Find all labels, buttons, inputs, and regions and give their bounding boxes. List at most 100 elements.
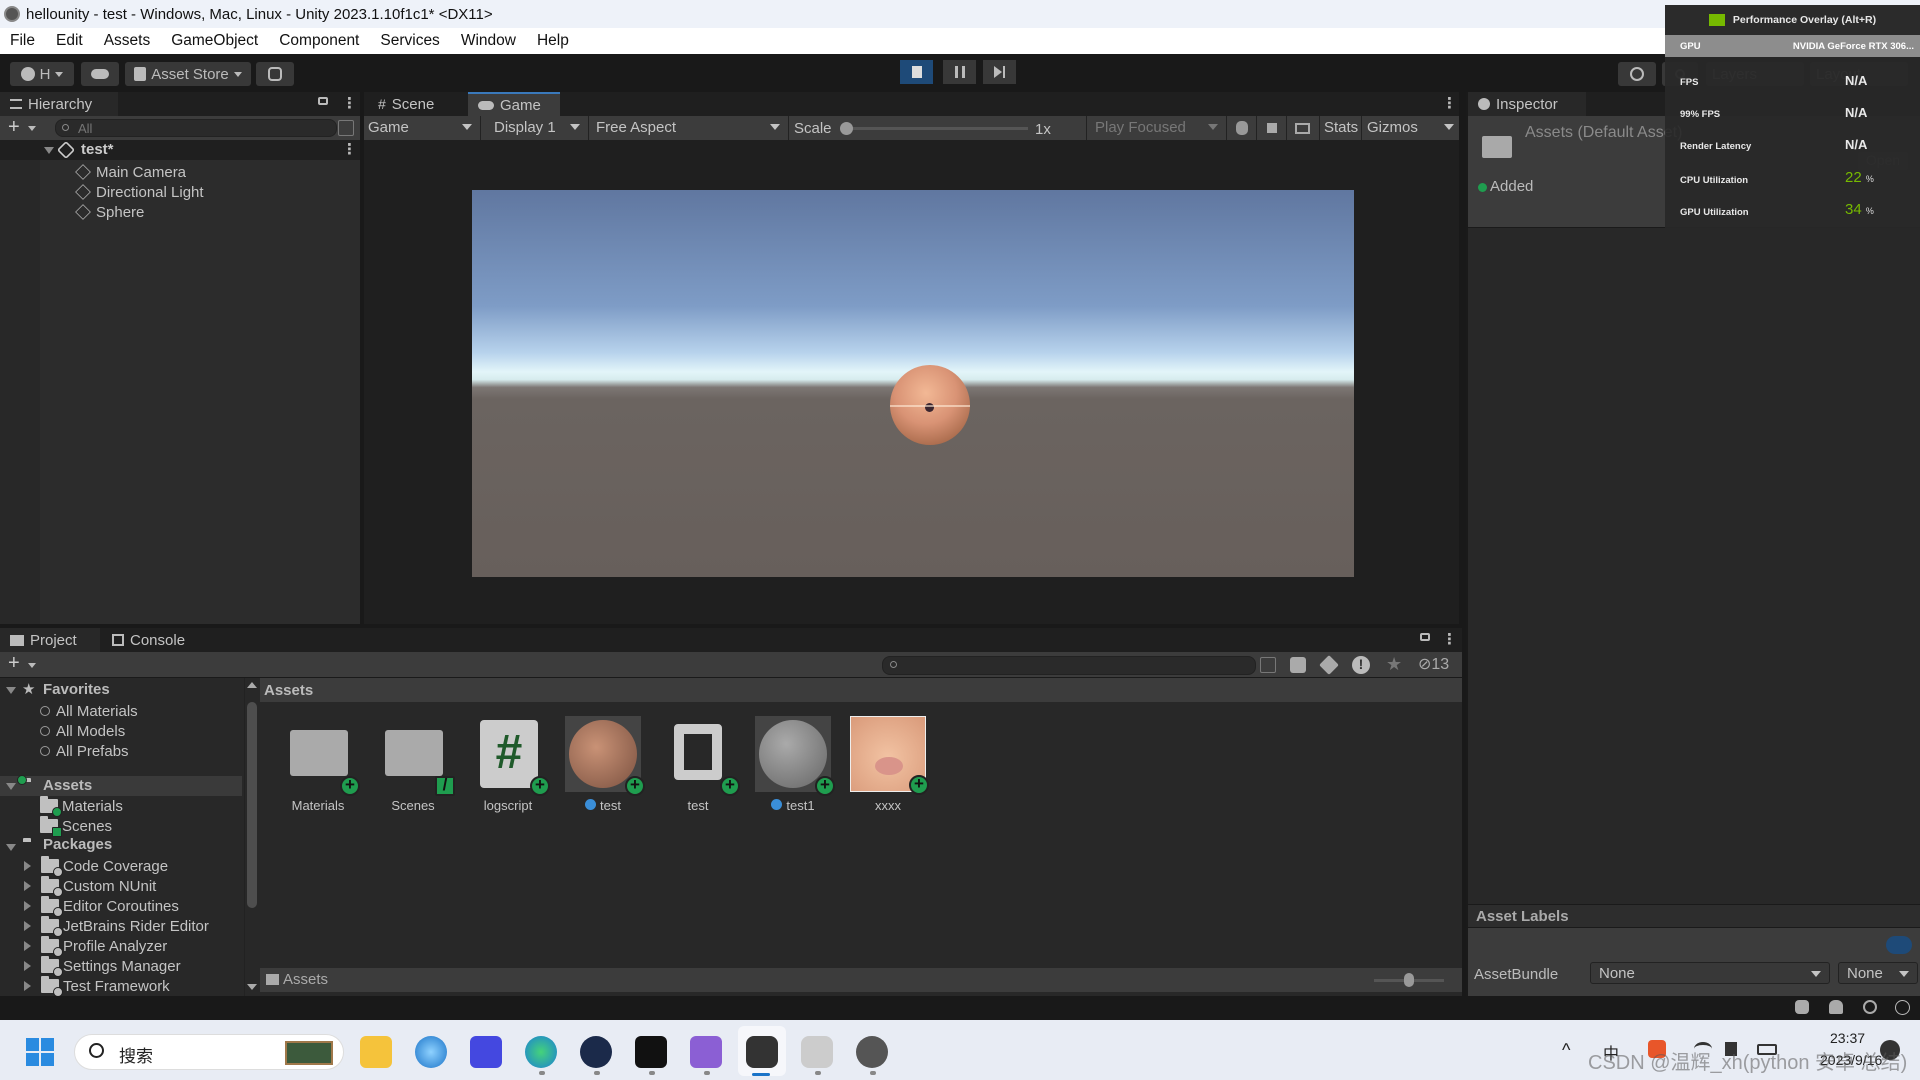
folder-tree-scrollbar[interactable] — [244, 678, 258, 996]
expand-arrow-icon[interactable] — [24, 961, 31, 971]
folder-tree-item[interactable]: Scenes — [40, 816, 112, 837]
avatar-app-icon[interactable] — [856, 1036, 888, 1068]
menu-services[interactable]: Services — [370, 32, 450, 50]
tab-game[interactable]: Game — [468, 92, 560, 116]
package-item[interactable]: Custom NUnit — [24, 876, 156, 897]
expand-arrow-icon[interactable] — [6, 844, 16, 851]
tab-console[interactable]: Console — [102, 628, 202, 652]
taskbar-search[interactable]: 搜索 — [74, 1034, 344, 1070]
aspect-dropdown[interactable]: Free Aspect — [590, 116, 789, 140]
log-warning-icon[interactable]: ! — [1352, 656, 1370, 674]
gizmos-dropdown[interactable] — [1439, 116, 1459, 140]
game-viewport[interactable] — [472, 190, 1354, 577]
package-item[interactable]: Settings Manager — [24, 956, 181, 977]
frame-debugger-button[interactable] — [1226, 116, 1256, 140]
favorites-item[interactable]: All Materials — [40, 701, 138, 721]
favorites-header[interactable]: Favorites — [43, 681, 110, 698]
asset-item[interactable]: + Materials — [278, 716, 360, 813]
menu-edit[interactable]: Edit — [46, 32, 94, 50]
cache-server-icon[interactable] — [1829, 1000, 1843, 1014]
expand-arrow-icon[interactable] — [44, 147, 54, 154]
expand-arrow-icon[interactable] — [24, 921, 31, 931]
version-control-button[interactable] — [256, 62, 294, 86]
package-item[interactable]: JetBrains Rider Editor — [24, 916, 209, 937]
step-button[interactable] — [983, 60, 1016, 84]
account-button[interactable]: H — [10, 62, 74, 86]
edge-browser-icon[interactable] — [525, 1036, 557, 1068]
chevron-down-icon[interactable] — [28, 663, 36, 668]
unity-editor-icon[interactable] — [801, 1036, 833, 1068]
favorite-star-icon[interactable]: ★ — [1386, 654, 1402, 675]
cloud-button[interactable] — [81, 62, 119, 86]
scene-more-icon[interactable]: ⋮ — [342, 140, 357, 158]
auto-generate-lighting-icon[interactable] — [1863, 1000, 1877, 1014]
show-hidden-icons-icon[interactable]: ^ — [1562, 1040, 1570, 1061]
stats-button[interactable]: Stats — [1319, 116, 1361, 140]
asset-item[interactable]: + test1 — [753, 716, 835, 813]
filter-by-label-icon[interactable] — [1319, 655, 1339, 675]
package-item[interactable]: Test Framework — [24, 976, 170, 996]
clock-time[interactable]: 23:37 — [1830, 1030, 1865, 1046]
menu-assets[interactable]: Assets — [94, 32, 162, 50]
hierarchy-search-input[interactable] — [55, 119, 337, 137]
hierarchy-item[interactable]: Directional Light — [75, 182, 204, 202]
asset-item[interactable]: + xxxx — [848, 716, 929, 813]
tab-hierarchy[interactable]: Hierarchy — [0, 92, 118, 116]
menu-help[interactable]: Help — [527, 32, 580, 50]
undo-history-button[interactable] — [1618, 62, 1656, 86]
packages-header[interactable]: Packages — [43, 836, 112, 853]
scroll-down-icon[interactable] — [247, 984, 257, 990]
pause-button[interactable] — [943, 60, 976, 84]
thumbnail-size-thumb[interactable] — [1404, 973, 1414, 987]
debug-mode-icon[interactable] — [1795, 1000, 1809, 1014]
steam-icon[interactable] — [580, 1036, 612, 1068]
unity-hub-icon[interactable] — [746, 1036, 778, 1068]
more-options-icon[interactable]: ⋮ — [342, 94, 357, 112]
assetbundle-variant-dropdown[interactable]: None — [1838, 962, 1918, 984]
asset-store-button[interactable]: Asset Store — [125, 62, 251, 86]
tab-scene[interactable]: # Scene — [368, 92, 468, 116]
package-item[interactable]: Profile Analyzer — [24, 936, 167, 957]
assets-root-row[interactable]: Assets — [0, 775, 242, 796]
hierarchy-item[interactable]: Sphere — [75, 202, 144, 222]
assetbundle-dropdown[interactable]: None — [1590, 962, 1830, 984]
menu-gameobject[interactable]: GameObject — [161, 32, 269, 50]
create-add-icon[interactable]: + — [8, 652, 20, 675]
scrollbar-thumb[interactable] — [247, 702, 257, 908]
favorites-item[interactable]: All Models — [40, 721, 125, 741]
scale-slider-track[interactable] — [842, 127, 1028, 130]
file-explorer-icon[interactable] — [360, 1036, 392, 1068]
asset-labels-header[interactable]: Asset Labels — [1468, 904, 1920, 928]
shortcuts-button[interactable] — [1286, 116, 1318, 140]
menu-file[interactable]: File — [0, 32, 46, 50]
tab-inspector[interactable]: Inspector — [1468, 92, 1586, 116]
expand-arrow-icon[interactable] — [24, 881, 31, 891]
expand-arrow-icon[interactable] — [6, 783, 16, 790]
more-options-icon[interactable]: ⋮ — [1442, 94, 1457, 112]
asset-item[interactable]: + test — [563, 716, 645, 813]
more-options-icon[interactable]: ⋮ — [1442, 630, 1457, 648]
filter-by-type-icon[interactable] — [1290, 657, 1306, 673]
mute-audio-button[interactable] — [1256, 116, 1286, 140]
scale-slider-thumb[interactable] — [840, 122, 853, 135]
chevron-down-icon[interactable] — [28, 126, 36, 131]
start-button[interactable] — [26, 1038, 54, 1066]
expand-arrow-icon[interactable] — [6, 687, 16, 694]
scene-row[interactable]: test* ⋮ — [0, 140, 360, 160]
asset-item[interactable]: + test — [658, 716, 740, 813]
play-mode-dropdown[interactable]: Play Focused — [1086, 116, 1226, 140]
search-by-type-icon[interactable] — [338, 120, 354, 136]
folder-tree-item[interactable]: Materials — [40, 796, 123, 817]
search-by-type-icon[interactable] — [1260, 657, 1276, 673]
overlay-header[interactable]: Performance Overlay (Alt+R) — [1665, 5, 1920, 35]
asset-item[interactable]: # + logscript — [468, 716, 550, 813]
breadcrumb-label[interactable]: Assets — [264, 682, 313, 699]
expand-arrow-icon[interactable] — [24, 981, 31, 991]
asset-item[interactable]: / Scenes — [373, 716, 455, 813]
app-icon-blue-orb[interactable] — [415, 1036, 447, 1068]
display-dropdown[interactable]: Display 1 — [482, 116, 589, 140]
check-circle-icon[interactable] — [1895, 1000, 1910, 1015]
expand-arrow-icon[interactable] — [24, 901, 31, 911]
expand-arrow-icon[interactable] — [24, 861, 31, 871]
tab-project[interactable]: Project — [0, 628, 100, 652]
